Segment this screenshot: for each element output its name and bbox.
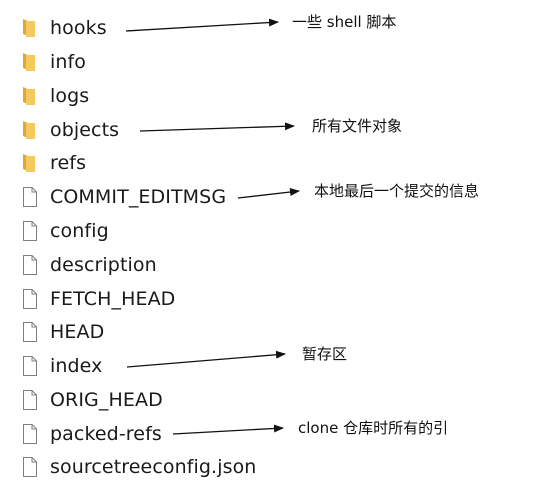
annotation-commit-editmsg: 本地最后一个提交的信息 xyxy=(314,182,480,200)
arrow-packed-refs xyxy=(172,424,284,435)
annotation-objects: 所有文件对象 xyxy=(312,117,403,135)
annotation-packed-refs: clone 仓库时所有的引 xyxy=(298,419,449,437)
annotated-file-listing: hooks info logs objects refs COMMIT_EDIT… xyxy=(0,0,560,494)
annotation-hooks: 一些 shell 脚本 xyxy=(292,13,397,31)
arrow-hooks xyxy=(125,18,279,32)
annotation-index: 暂存区 xyxy=(302,345,348,363)
arrow-commit-editmsg xyxy=(237,188,300,199)
arrow-objects xyxy=(139,122,295,132)
annotation-arrows xyxy=(125,18,300,435)
arrow-index xyxy=(126,350,286,368)
